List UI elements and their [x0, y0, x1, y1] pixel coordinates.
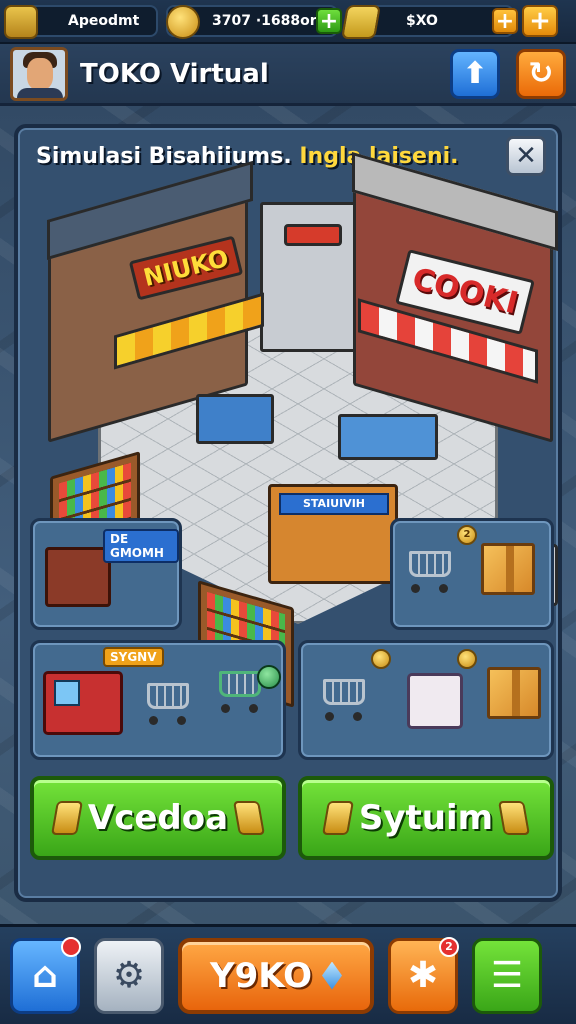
header: TOKO Virtual ⬆ ↻: [0, 44, 576, 106]
gold-bar-icon: [498, 801, 531, 835]
coin-icon: [166, 5, 200, 39]
shop-plus-button[interactable]: +: [522, 5, 558, 37]
display-stall-2[interactable]: [338, 414, 438, 460]
home-icon: ⌂: [32, 955, 58, 996]
middle-store-sign: [284, 224, 342, 246]
main-action-label: Y9KO: [210, 955, 312, 996]
close-button[interactable]: ✕: [506, 136, 546, 176]
puzzle-icon: ✱: [407, 955, 439, 996]
bottom-nav: ⌂ ⚙ Y9KO ✱ 2 ☰: [0, 924, 576, 1024]
menu-button[interactable]: ☰: [472, 937, 542, 1014]
player-label: Apeodmt: [68, 13, 140, 29]
simulation-panel: Simulasi Bisahiiums. Ingla laiseni. ✕ NI…: [14, 124, 562, 902]
add-gold-button[interactable]: +: [492, 8, 518, 34]
gem-icon: [322, 961, 342, 990]
arrow-up-icon: ⬆: [462, 56, 488, 91]
avatar[interactable]: [10, 46, 68, 101]
coin-badge: [457, 649, 477, 669]
home-button[interactable]: ⌂: [10, 936, 81, 1014]
gold-bar-icon: [341, 5, 381, 39]
coin-count: 3707 ·1688ors: [212, 13, 325, 29]
refresh-icon: ↻: [528, 56, 554, 91]
add-coins-button[interactable]: +: [316, 8, 342, 34]
refresh-button[interactable]: ↻: [516, 48, 566, 99]
coin-stack-icon: [50, 801, 83, 835]
close-icon: ✕: [515, 141, 537, 171]
item-tile-register[interactable]: SYGNV: [30, 640, 286, 760]
tile-label: SYGNV: [103, 647, 164, 667]
counter-sign: STAIUIVIH: [279, 493, 389, 515]
coin-stack-icon: [4, 5, 38, 39]
box-icon: [487, 667, 541, 719]
item-tile-cart-cooler[interactable]: [298, 640, 554, 760]
notification-dot: [61, 936, 81, 957]
cart-icon: [317, 673, 371, 723]
upgrade-button[interactable]: ⬆: [450, 48, 500, 99]
player-resource[interactable]: Apeodmt: [4, 5, 158, 39]
settings-icon: ⚙: [112, 955, 146, 996]
gold-resource[interactable]: $XO +: [341, 5, 518, 39]
coin-badge: [371, 649, 391, 669]
puzzle-button[interactable]: ✱ 2: [388, 936, 459, 1014]
globe-icon: [257, 665, 281, 689]
register-icon: [43, 671, 123, 735]
settings-button[interactable]: ⚙: [94, 937, 164, 1014]
cart-icon: [403, 545, 457, 595]
tile-label: DE GMOMH: [103, 529, 179, 563]
panel-title-main: Simulasi Bisahiiums.: [36, 144, 292, 169]
cooler-icon: [407, 673, 463, 729]
gold-count: $XO: [406, 13, 438, 29]
resource-bar: Apeodmt 3707 ·1688ors + $XO + +: [0, 0, 576, 44]
main-action-button[interactable]: Y9KO: [178, 937, 374, 1014]
sytuim-label: Sytuim: [358, 798, 494, 838]
cashier-counter[interactable]: STAIUIVIH: [268, 484, 398, 584]
box-icon: [481, 543, 535, 595]
page-title: TOKO Virtual: [80, 58, 269, 89]
coin-resource[interactable]: 3707 ·1688ors +: [166, 5, 342, 39]
coin-badge: 2: [457, 525, 477, 545]
sytuim-button[interactable]: Sytuim: [298, 776, 554, 860]
notification-badge: 2: [439, 936, 459, 957]
cart-icon: [141, 677, 195, 727]
menu-icon: ☰: [490, 955, 524, 996]
gold-bar-icon: [321, 801, 354, 835]
item-tile-basket[interactable]: DE GMOMH: [30, 518, 182, 630]
display-stall[interactable]: [196, 394, 274, 444]
item-tile-cart-box[interactable]: 2: [390, 518, 554, 630]
vcedoa-button[interactable]: Vcedoa: [30, 776, 286, 860]
fruit-basket-icon: [45, 547, 111, 607]
coin-stack-icon: [233, 801, 266, 835]
vcedoa-label: Vcedoa: [87, 798, 229, 838]
